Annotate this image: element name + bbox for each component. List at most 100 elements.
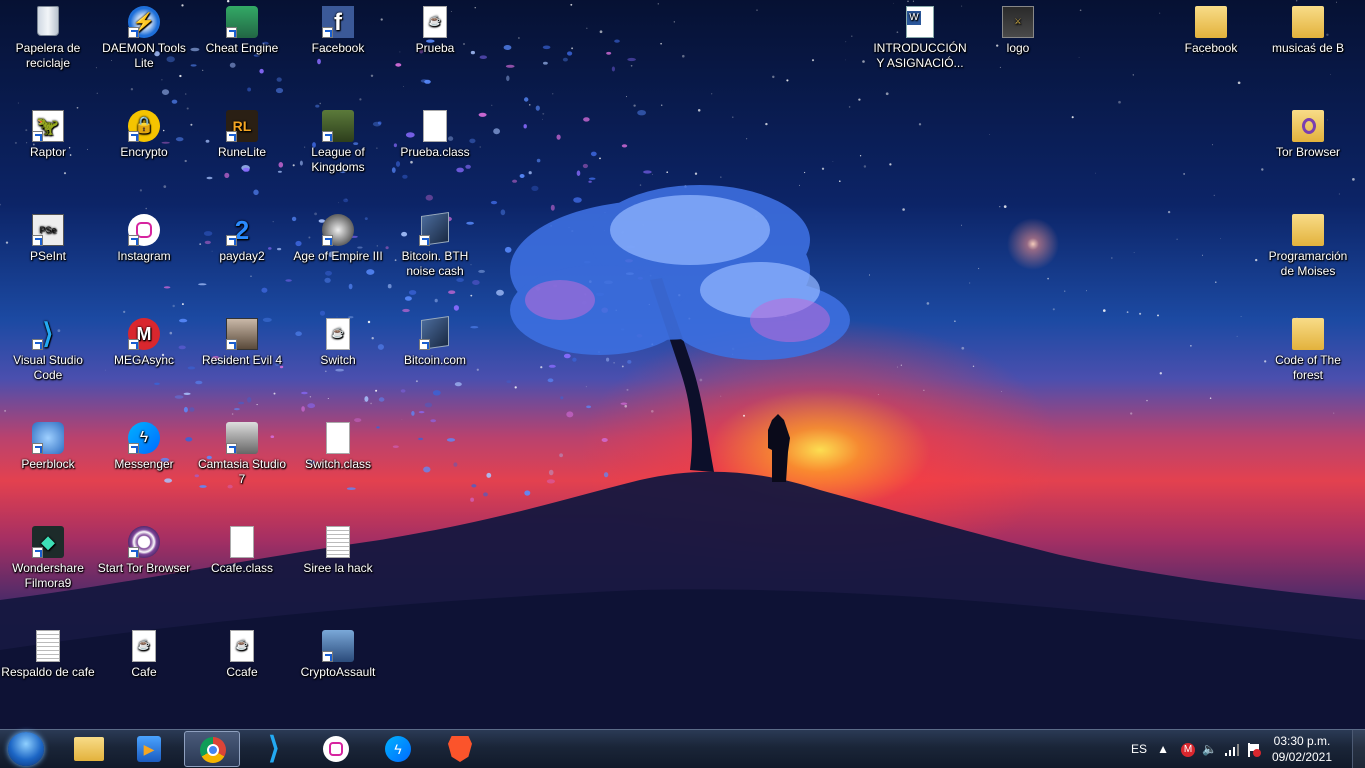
desktop-icon-prueba[interactable]: ☕ Prueba [387, 6, 483, 56]
desktop-icon-label: payday2 [219, 249, 265, 263]
shortcut-arrow-icon [128, 547, 139, 558]
resident-evil-icon [226, 318, 258, 350]
desktop-icon-age-of-empire-3[interactable]: Age of Empire III [290, 214, 386, 264]
desktop-icon-pseint[interactable]: PSe PSeInt [0, 214, 96, 264]
desktop-icon-instagram[interactable]: Instagram [96, 214, 192, 264]
shortcut-arrow-icon [128, 339, 139, 350]
instagram-icon [320, 734, 352, 764]
shortcut-arrow-icon [128, 27, 139, 38]
show-hidden-icons-icon[interactable]: ▲ [1157, 730, 1169, 768]
desktop-icon-label: PSeInt [29, 249, 67, 263]
vscode-icon: ⟩ [32, 318, 64, 350]
desktop-icon-label: Encrypto [120, 145, 168, 159]
shortcut-arrow-icon [128, 131, 139, 142]
desktop-icon-peerblock[interactable]: Peerblock [0, 422, 96, 472]
folder-icon [1292, 6, 1324, 38]
desktop-icon-ccafe[interactable]: ☕ Ccafe [194, 630, 290, 680]
shortcut-arrow-icon [226, 131, 237, 142]
desktop-icon-wondershare-filmora9[interactable]: ◆ Wondershare Filmora9 [0, 526, 96, 591]
taskbar-brave-button[interactable] [432, 731, 488, 767]
windows-start-icon[interactable] [8, 732, 44, 766]
desktop-icon-raptor[interactable]: 🦖 Raptor [0, 110, 96, 160]
desktop-icon-facebook-folder[interactable]: Facebook [1163, 6, 1259, 56]
blank-file-icon [322, 422, 354, 454]
desktop-icon-label: Wondershare Filmora9 [12, 561, 84, 590]
desktop-icon-encrypto[interactable]: 🔒 Encrypto [96, 110, 192, 160]
desktop-icon-megasync[interactable]: M MEGAsync [96, 318, 192, 368]
desktop-icon-league-of-kingdoms[interactable]: League of Kingdoms [290, 110, 386, 175]
desktop-icon-ccafe-class[interactable]: Ccafe.class [194, 526, 290, 576]
shortcut-arrow-icon [32, 131, 43, 142]
desktop-icon-label: Prueba [415, 41, 455, 55]
desktop-icon-introduccion-doc[interactable]: W INTRODUCCIÓN Y ASIGNACIÓ... [872, 6, 968, 71]
shortcut-arrow-icon [226, 443, 237, 454]
desktop-icon-cafe[interactable]: ☕ Cafe [96, 630, 192, 680]
desktop-icon-start-tor-browser[interactable]: Start Tor Browser [96, 526, 192, 576]
desktop-icon-label: Bitcoin.com [403, 353, 467, 367]
desktop-icon-label: Ccafe.class [210, 561, 274, 575]
taskbar-instagram-button[interactable] [308, 731, 364, 767]
desktop-icon-bitcoin-bth[interactable]: Bitcoin. BTH noise cash [387, 212, 483, 279]
taskbar-media-player-button[interactable]: ▶ [122, 731, 178, 767]
desktop-icon-label: Bitcoin. BTH noise cash [401, 249, 469, 278]
desktop-icon-label: Cafe [131, 665, 157, 679]
desktop-icon-bitcoin-com[interactable]: Bitcoin.com [387, 316, 483, 368]
shortcut-arrow-icon [128, 443, 139, 454]
desktop-icon-label: Programarción de Moises [1268, 249, 1348, 278]
action-center-flag-icon[interactable] [1247, 730, 1261, 768]
folder-icon [1292, 318, 1324, 350]
shortcut-arrow-icon [32, 339, 43, 350]
desktop-icon-programarcion-moises[interactable]: Programarción de Moises [1260, 214, 1356, 279]
shortcut-arrow-icon [32, 547, 43, 558]
payday2-icon: 2 [226, 214, 258, 246]
mega-icon[interactable]: M [1181, 730, 1195, 768]
cryptoassault-icon [322, 630, 354, 662]
desktop-icon-daemon-tools-lite[interactable]: ⚡ DAEMON Tools Lite [96, 6, 192, 71]
volume-icon[interactable]: 🔈 [1202, 730, 1217, 768]
chrome-icon [197, 735, 229, 765]
desktop-icon-respaldo-de-cafe[interactable]: Respaldo de cafe [0, 630, 96, 680]
desktop-icon-facebook[interactable]: f Facebook [290, 6, 386, 56]
taskbar-chrome-button[interactable] [184, 731, 240, 767]
desktop-icon-prueba-class[interactable]: Prueba.class [387, 110, 483, 160]
taskbar-messenger-button[interactable]: ϟ [370, 731, 426, 767]
desktop-icon-label: Facebook [1184, 41, 1238, 55]
desktop-icon-recycle-bin[interactable]: Papelera de reciclaje [0, 6, 96, 71]
clock-date[interactable]: 09/02/2021 [1265, 750, 1339, 764]
show-desktop-button[interactable] [1352, 730, 1365, 768]
desktop-icon-messenger[interactable]: ϟ Messenger [96, 422, 192, 472]
clock-time[interactable]: 03:30 p.m. [1265, 734, 1339, 748]
desktop-icon-siree-la-hack[interactable]: Siree la hack [290, 526, 386, 576]
peerblock-icon [32, 422, 64, 454]
pseint-icon: PSe [32, 214, 64, 246]
taskbar: ▶ ⟩ ϟ ES ▲ M 🔈 03:30 p.m. 09/02/2021 [0, 729, 1365, 768]
desktop-icon-code-of-the-forest[interactable]: Code of The forest [1260, 318, 1356, 383]
desktop-icon-cryptoassault[interactable]: CryptoAssault [290, 630, 386, 680]
desktop-icon-label: Prueba.class [400, 145, 470, 159]
desktop-icon-label: MEGAsync [113, 353, 174, 367]
taskbar-file-explorer-button[interactable] [62, 731, 118, 767]
desktop-icon-resident-evil-4[interactable]: Resident Evil 4 [194, 318, 290, 368]
desktop-icon-payday2[interactable]: 2 payday2 [194, 214, 290, 264]
desktop-icon-logo[interactable]: ⚔ logo [970, 6, 1066, 56]
desktop-icon-musicas-de-b[interactable]: musicas de B [1260, 6, 1356, 56]
tor-folder-icon [1292, 110, 1324, 142]
brave-icon [444, 734, 476, 764]
desktop-icon-switch-class[interactable]: Switch.class [290, 422, 386, 472]
folder-icon [74, 734, 106, 764]
desktop-icon-cheat-engine[interactable]: Cheat Engine [194, 6, 290, 56]
taskbar-vscode-button[interactable]: ⟩ [246, 731, 302, 767]
desktop-icon-label: Respaldo de cafe [1, 665, 95, 679]
desktop-icon-runelite[interactable]: RL RuneLite [194, 110, 290, 160]
desktop-icon-tor-browser-folder[interactable]: Tor Browser [1260, 110, 1356, 160]
language-indicator[interactable]: ES [1131, 730, 1147, 768]
folder-icon [1195, 6, 1227, 38]
desktop-icon-label: Code of The forest [1275, 353, 1341, 382]
shortcut-arrow-icon [419, 339, 430, 350]
network-icon[interactable] [1225, 730, 1239, 768]
desktop-icon-switch[interactable]: ☕ Switch [290, 318, 386, 368]
desktop-icon-camtasia-studio-7[interactable]: Camtasia Studio 7 [194, 422, 290, 487]
vscode-icon: ⟩ [268, 732, 280, 765]
desktop-icon-visual-studio-code[interactable]: ⟩ Visual Studio Code [0, 318, 96, 383]
messenger-icon: ϟ [382, 734, 414, 764]
